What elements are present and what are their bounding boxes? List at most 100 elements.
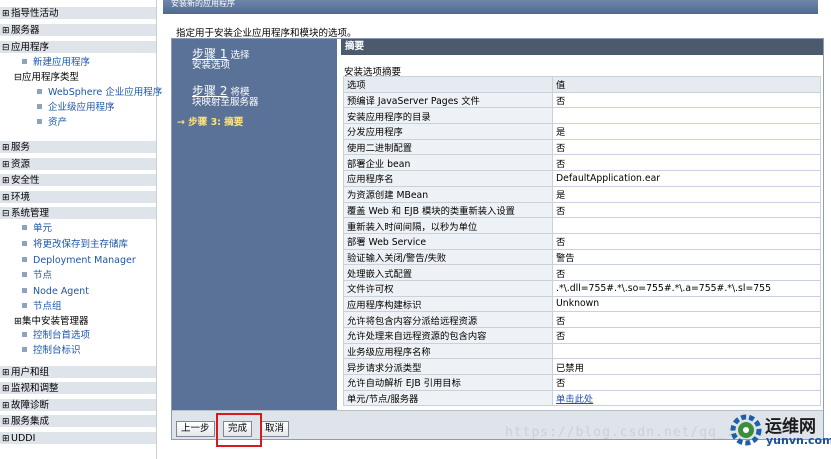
bullet-icon (22, 225, 27, 230)
bullet-icon (37, 89, 42, 94)
table-row: 应用程序名 DefaultApplication.ear (343, 170, 821, 187)
table-row: 允许将包含内容分派给远程资源否 (343, 311, 821, 328)
option-name: 处理嵌入式配置 (343, 264, 553, 281)
nav-category-resources[interactable]: ⊞资源 (0, 157, 156, 170)
option-value (552, 342, 821, 360)
nav-category-guided-activities[interactable]: ⊞指导性活动 (0, 6, 156, 19)
bullet-icon (22, 272, 27, 277)
table-row: 覆盖 Web 和 EJB 模块的类重新装入设置否 (343, 201, 821, 219)
option-value: 是 (552, 185, 821, 203)
expand-icon[interactable]: ⊞ (2, 400, 11, 413)
expand-icon[interactable]: ⊞ (2, 433, 11, 446)
expand-icon[interactable]: ⊞ (14, 316, 22, 327)
nav-item-label: 资产 (48, 117, 68, 128)
option-name: 验证输入关闭/警告/失败 (343, 248, 553, 266)
option-value (552, 217, 821, 234)
nav-category-environment[interactable]: ⊞环境 (0, 190, 156, 203)
nav-item-assets[interactable]: 资产 (37, 116, 67, 130)
bullet-icon (22, 303, 27, 308)
option-value: 否 (552, 374, 821, 391)
nav-item-business-apps[interactable]: 企业级应用程序 (37, 101, 115, 115)
nav-category-service-integration[interactable]: ⊞服务集成 (0, 414, 156, 427)
nav-item-new-application[interactable]: 新建应用程序 (22, 56, 90, 70)
nav-category-monitoring[interactable]: ⊞监视和调整 (0, 381, 156, 394)
expand-icon[interactable]: ⊞ (2, 25, 11, 38)
collapse-icon[interactable]: ⊟ (14, 72, 22, 83)
step-number[interactable]: 步骤 1 (192, 47, 227, 61)
expand-icon[interactable]: ⊞ (2, 142, 11, 155)
install-wizard: 步骤 1 选择 安装选项 步骤 2 将模 块映射至服务器 → 步骤 3: 摘要 … (171, 38, 824, 440)
nav-category-security[interactable]: ⊞安全性 (0, 173, 156, 186)
main-panel: 安装新的应用程序 指定用于安装企业应用程序和模块的选项。 步骤 1 选择 安装选… (163, 0, 831, 459)
table-row: 使用二进制配置否 (343, 138, 821, 156)
table-row: 允许处理来自远程资源的包含内容否 (343, 327, 821, 344)
option-name: 业务级应用程序名称 (343, 342, 553, 360)
option-name: 允许将包含内容分派给远程资源 (343, 311, 553, 328)
bullet-icon (22, 332, 27, 337)
nav-category-services[interactable]: ⊞服务 (0, 140, 156, 153)
nav-item-cell[interactable]: 单元 (22, 222, 52, 236)
summary-panel: 摘要 安装选项摘要 选项 值 预编译 JavaServer Pages 文件否安… (341, 39, 823, 410)
expand-icon[interactable]: ⊞ (2, 175, 11, 188)
expand-icon[interactable]: ⊞ (2, 416, 11, 429)
page-description: 指定用于安装企业应用程序和模块的选项。 (176, 28, 357, 39)
nav-category-label: 环境 (11, 192, 31, 203)
option-value: 否 (552, 138, 821, 156)
option-name: 部署 Web Service (343, 232, 553, 250)
bullet-icon (22, 288, 27, 293)
nav-category-system-admin[interactable]: ⊟系统管理 (0, 206, 156, 219)
nav-category-label: 资源 (11, 159, 31, 170)
step-number[interactable]: 步骤 2 (192, 84, 227, 98)
nav-item-application-types[interactable]: ⊟应用程序类型 (14, 71, 79, 85)
view-mapping-link[interactable]: 单击此处 (556, 394, 593, 405)
cancel-button[interactable]: 取消 (260, 421, 290, 437)
nav-item-label: 节点 (33, 270, 53, 281)
option-value: DefaultApplication.ear (552, 170, 821, 187)
nav-item-node-groups[interactable]: 节点组 (22, 300, 62, 314)
table-row: 预编译 JavaServer Pages 文件否 (343, 91, 821, 109)
nav-item-console-identity[interactable]: 控制台标识 (22, 344, 81, 358)
column-header-value: 值 (552, 76, 821, 93)
nav-item-console-preferences[interactable]: 控制台首选项 (22, 329, 90, 343)
nav-category-applications[interactable]: ⊟应用程序 (0, 40, 156, 53)
bullet-icon (37, 104, 42, 109)
previous-button[interactable]: 上一步 (176, 421, 215, 437)
table-row: 安装应用程序的目录 (343, 107, 821, 125)
step-label: 选择 (230, 50, 250, 61)
table-row: 部署 Web Service 否 (343, 232, 821, 250)
expand-icon[interactable]: ⊞ (2, 367, 11, 380)
expand-icon[interactable]: ⊞ (2, 159, 11, 172)
nav-category-troubleshooting[interactable]: ⊞故障诊断 (0, 398, 156, 411)
expand-icon[interactable]: ⊞ (2, 8, 11, 21)
option-name: 单元/节点/服务器 (343, 389, 553, 407)
nav-category-label: 指导性活动 (11, 8, 59, 19)
table-row: 应用程序构建标识 Unknown (343, 295, 821, 313)
nav-item-label: 新建应用程序 (33, 57, 91, 68)
nav-item-label: 控制台标识 (33, 345, 81, 356)
nav-item-deployment-manager[interactable]: Deployment Manager (22, 254, 136, 268)
expand-icon[interactable]: ⊞ (2, 383, 11, 396)
table-row: 单元/节点/服务器 单击此处 (343, 389, 821, 407)
nav-item-node-agent[interactable]: Node Agent (22, 285, 89, 299)
nav-item-central-install-manager[interactable]: ⊞集中安装管理器 (14, 315, 88, 329)
nav-item-save-changes[interactable]: 将更改保存到主存储库 (22, 238, 128, 252)
nav-item-websphere-apps[interactable]: WebSphere 企业应用程序 (37, 86, 162, 100)
bullet-icon (22, 347, 27, 352)
table-row: 部署企业 bean 否 (343, 154, 821, 172)
collapse-icon[interactable]: ⊟ (2, 42, 11, 55)
option-value: 已禁用 (552, 358, 821, 376)
nav-category-servers[interactable]: ⊞服务器 (0, 23, 156, 36)
nav-item-label: 控制台首选项 (33, 330, 91, 341)
nav-category-label: 安全性 (11, 175, 40, 186)
nav-category-label: 服务集成 (11, 416, 50, 427)
nav-category-users-groups[interactable]: ⊞用户和组 (0, 365, 156, 378)
watermark-url: https://blog.csdn.net/qq_... (505, 425, 753, 440)
collapse-icon[interactable]: ⊟ (2, 208, 11, 221)
nav-category-uddi[interactable]: ⊞UDDI (0, 431, 156, 444)
option-name: 允许处理来自远程资源的包含内容 (343, 327, 553, 344)
bullet-icon (37, 119, 42, 124)
wizard-step-3-current: → 步骤 3: 摘要 (177, 117, 244, 128)
expand-icon[interactable]: ⊞ (2, 192, 11, 205)
nav-item-nodes[interactable]: 节点 (22, 269, 52, 283)
nav-category-label: 监视和调整 (11, 383, 59, 394)
